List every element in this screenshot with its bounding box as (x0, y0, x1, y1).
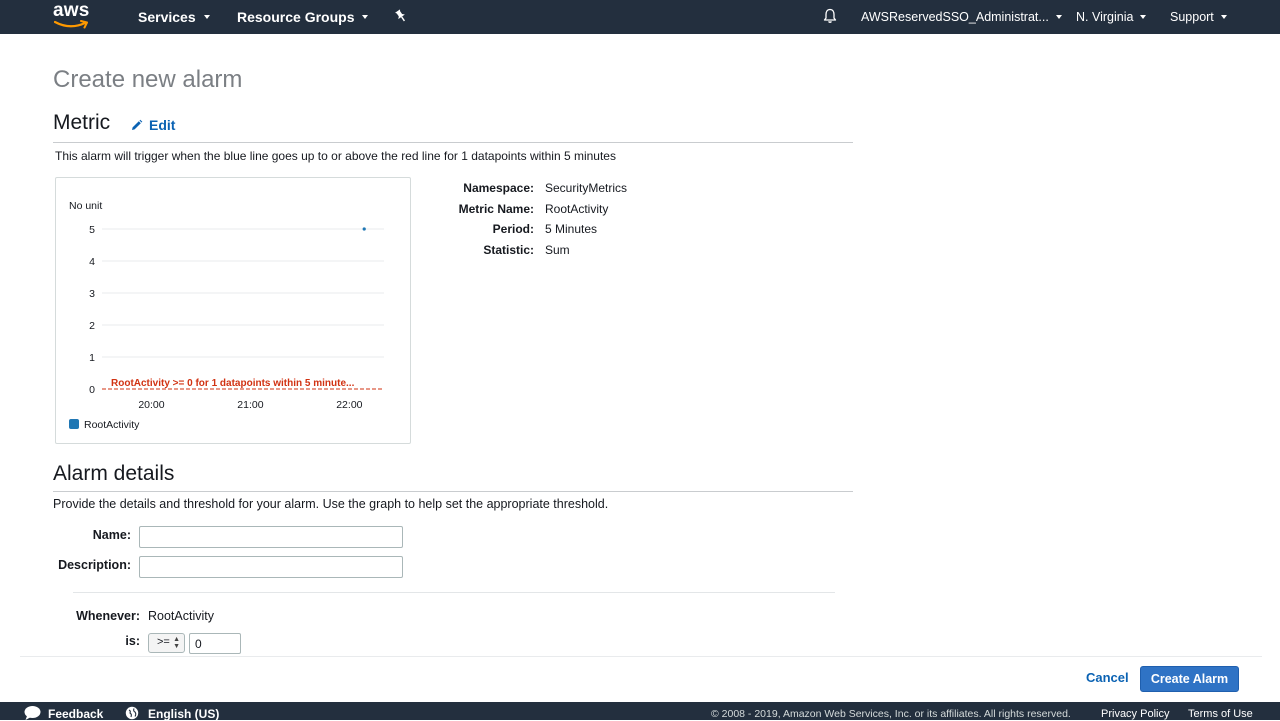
privacy-policy-link[interactable]: Privacy Policy (1101, 708, 1169, 720)
alarm-details-description: Provide the details and threshold for yo… (53, 497, 609, 511)
support-label: Support (1170, 10, 1214, 24)
copyright-text: © 2008 - 2019, Amazon Web Services, Inc.… (711, 708, 1071, 720)
action-bar-divider (20, 656, 1262, 657)
cancel-button[interactable]: Cancel (1086, 670, 1129, 685)
feedback-bubble-icon (24, 706, 41, 720)
chevron-down-icon (1055, 15, 1062, 19)
x-tick-label: 20:00 (138, 399, 164, 411)
section-divider (53, 142, 853, 143)
terms-of-use-link[interactable]: Terms of Use (1188, 708, 1253, 720)
chevron-down-icon (1140, 15, 1147, 19)
form-divider (73, 592, 835, 593)
metric-detail-label: Metric Name: (458, 201, 534, 216)
footer-bar: Feedback English (US) © 2008 - 2019, Ama… (0, 702, 1280, 721)
edit-metric-button[interactable]: Edit (130, 117, 175, 133)
threshold-value: 0 (195, 637, 202, 651)
account-menu[interactable]: AWSReservedSSO_Administrat... (861, 10, 1062, 24)
bell-icon[interactable] (822, 8, 838, 24)
aws-smile-icon (54, 20, 88, 29)
aws-logo-text: aws (53, 0, 90, 21)
threshold-label: RootActivity >= 0 for 1 datapoints withi… (111, 378, 355, 389)
edit-label: Edit (149, 117, 176, 133)
chevron-down-icon (362, 15, 369, 19)
name-label: Name: (92, 528, 131, 542)
legend-label: RootActivity (84, 419, 140, 431)
metric-description: This alarm will trigger when the blue li… (55, 149, 616, 163)
create-alarm-button[interactable]: Create Alarm (1140, 666, 1239, 692)
resource-groups-label: Resource Groups (237, 9, 355, 25)
top-navigation-bar: aws Services Resource Groups AWSReserved… (0, 0, 1280, 34)
support-menu[interactable]: Support (1170, 10, 1227, 24)
alarm-details-section-title: Alarm details (53, 462, 175, 485)
y-tick-label: 1 (89, 352, 95, 364)
y-tick-label: 2 (89, 320, 95, 332)
y-tick-label: 3 (89, 288, 95, 300)
feedback-link[interactable]: Feedback (48, 707, 103, 721)
pin-icon[interactable] (393, 8, 409, 24)
metric-detail-value: RootActivity (545, 201, 609, 216)
metric-detail-label: Period: (492, 222, 534, 236)
is-label: is: (125, 634, 140, 648)
region-menu[interactable]: N. Virginia (1076, 10, 1147, 24)
resource-groups-menu[interactable]: Resource Groups (237, 9, 369, 25)
metric-detail-value: SecurityMetrics (545, 181, 628, 195)
services-menu[interactable]: Services (138, 9, 210, 25)
region-label: N. Virginia (1076, 10, 1134, 24)
alarm-name-input[interactable] (139, 526, 403, 548)
services-label: Services (138, 9, 196, 25)
whenever-label: Whenever: (76, 609, 140, 623)
metric-section-title: Metric (53, 111, 111, 134)
whenever-metric-value: RootActivity (148, 609, 214, 623)
x-tick-label: 21:00 (237, 399, 263, 411)
x-tick-label: 22:00 (336, 399, 362, 411)
metric-detail-value: 5 Minutes (545, 222, 598, 236)
metric-detail-value: Sum (545, 242, 570, 257)
description-label: Description: (58, 558, 131, 572)
comparison-operator-select[interactable]: >= ▲ ▼ (148, 633, 185, 653)
aws-logo[interactable]: aws (53, 0, 93, 30)
metric-chart-svg: No unit 0 1 2 3 4 5 20:00 21:00 22:00 RootActivity… (69, 200, 384, 431)
select-arrows-icon: ▲ ▼ (173, 636, 180, 650)
section-divider (53, 491, 853, 492)
y-tick-label: 4 (89, 256, 95, 268)
legend-swatch (69, 419, 79, 429)
page-title: Create new alarm (53, 66, 243, 93)
chevron-down-icon (1220, 15, 1227, 19)
chevron-down-icon (203, 15, 210, 19)
metric-chart: No unit 0 1 2 3 4 5 20:00 21:00 22:00 RootActivity… (55, 177, 411, 444)
operator-value: >= (157, 636, 170, 648)
y-axis-unit-label: No unit (69, 200, 102, 212)
globe-icon (125, 706, 139, 720)
pencil-icon (132, 119, 143, 130)
language-selector[interactable]: English (US) (148, 707, 219, 721)
metric-detail-label: Statistic: (483, 242, 534, 257)
account-label: AWSReservedSSO_Administrat... (861, 10, 1049, 24)
y-tick-label: 5 (89, 224, 95, 236)
threshold-input[interactable]: 0 (189, 633, 241, 654)
alarm-description-input[interactable] (139, 556, 403, 578)
y-tick-label: 0 (89, 384, 95, 396)
metric-detail-label: Namespace: (463, 181, 534, 195)
